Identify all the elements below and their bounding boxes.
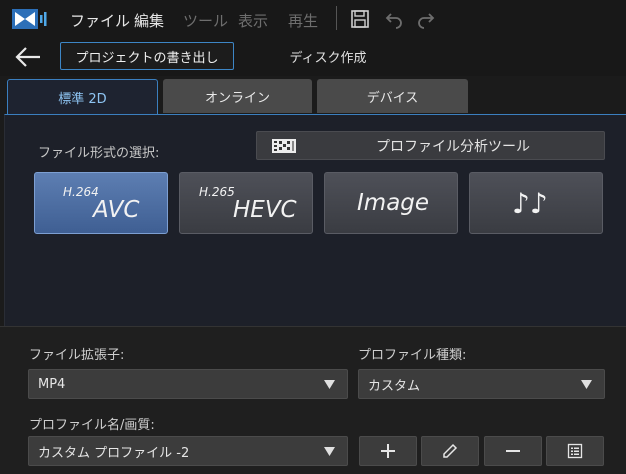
profile-type-label: プロファイル種類: <box>358 348 467 363</box>
profile-type-value: カスタム <box>368 378 421 394</box>
format-hevc-button[interactable]: H.265 HEVC <box>179 172 313 234</box>
profile-name-value: カスタム プロファイル -2 <box>38 445 190 461</box>
minus-icon <box>506 450 520 452</box>
format-avc-button[interactable]: H.264 AVC <box>34 172 168 234</box>
format-hevc-label: HEVC <box>233 197 297 223</box>
menu-view[interactable]: 表示 <box>238 10 268 31</box>
save-icon[interactable] <box>350 9 370 29</box>
tab-device[interactable]: デバイス <box>317 79 468 113</box>
menu-file[interactable]: ファイル <box>70 10 130 31</box>
profile-name-select[interactable]: カスタム プロファイル -2 <box>28 436 348 466</box>
list-icon <box>567 443 583 459</box>
format-avc-label: AVC <box>93 197 140 223</box>
format-image-label: Image <box>357 190 430 216</box>
chevron-down-icon <box>324 447 335 456</box>
format-hevc-sup: H.265 <box>199 185 235 199</box>
menu-tools[interactable]: ツール <box>183 10 228 31</box>
create-disc-tab[interactable]: ディスク作成 <box>270 42 386 70</box>
profile-analyzer-label: プロファイル分析ツール <box>376 138 530 155</box>
remove-profile-button[interactable] <box>484 436 542 466</box>
tab-standard-2d[interactable]: 標準 2D <box>7 79 158 115</box>
add-profile-button[interactable] <box>359 436 417 466</box>
tab-online[interactable]: オンライン <box>163 79 312 113</box>
file-extension-select[interactable]: MP4 <box>28 369 348 399</box>
profile-analyzer-button[interactable]: プロファイル分析ツール <box>256 131 605 160</box>
edit-profile-button[interactable] <box>421 436 479 466</box>
file-extension-value: MP4 <box>38 376 66 392</box>
file-extension-label: ファイル拡張子: <box>29 348 125 363</box>
profile-name-label: プロファイル名/画質: <box>29 418 155 433</box>
file-format-label: ファイル形式の選択: <box>38 146 160 161</box>
format-image-button[interactable]: Image <box>324 172 458 234</box>
export-project-tab[interactable]: プロジェクトの書き出し <box>60 42 234 70</box>
profile-type-select[interactable]: カスタム <box>358 369 605 399</box>
app-logo-icon <box>12 9 47 29</box>
pencil-icon <box>443 443 458 458</box>
profile-list-button[interactable] <box>546 436 604 466</box>
app-window: ファイル 編集 ツール 表示 再生 プロジェクトの書き出し ディスク作成 標準 … <box>0 0 626 474</box>
chevron-down-icon <box>581 380 592 389</box>
menu-edit[interactable]: 編集 <box>134 10 164 31</box>
format-audio-button[interactable]: ♪♪ <box>469 172 603 234</box>
redo-icon[interactable] <box>416 9 436 29</box>
chevron-down-icon <box>324 380 335 389</box>
menu-play[interactable]: 再生 <box>288 10 318 31</box>
undo-icon[interactable] <box>384 9 404 29</box>
menu-bar: ファイル 編集 ツール 表示 再生 <box>0 0 626 38</box>
back-arrow-icon[interactable] <box>14 46 42 68</box>
music-notes-icon: ♪♪ <box>512 187 548 220</box>
plus-icon <box>381 444 395 458</box>
menu-separator <box>336 6 337 30</box>
